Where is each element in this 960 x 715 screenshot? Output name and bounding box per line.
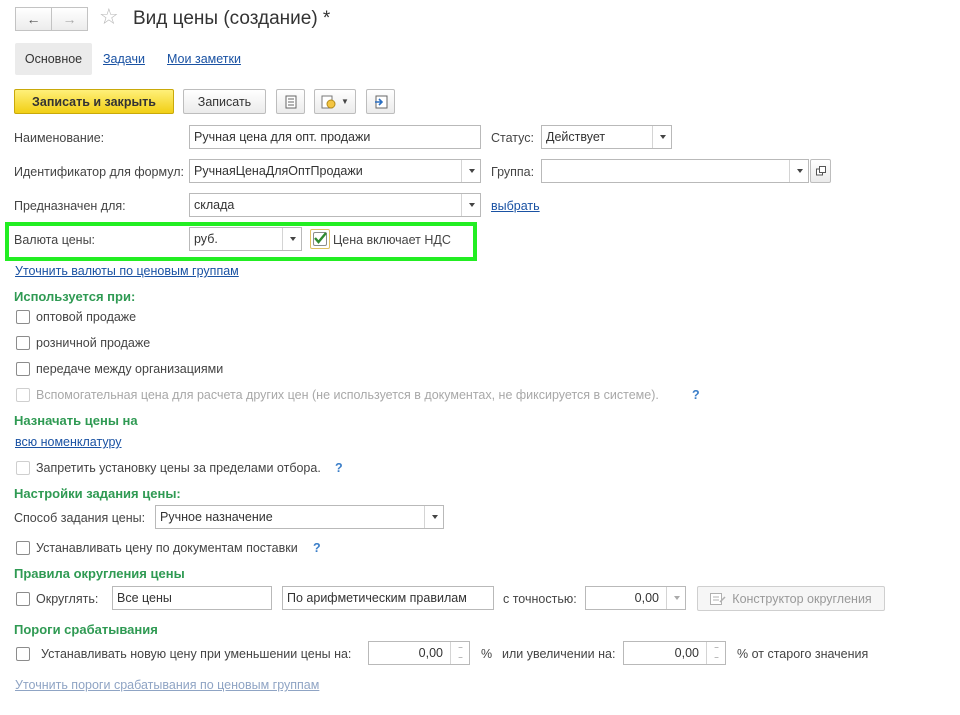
purpose-value: склада	[194, 198, 235, 212]
transfer-label: передаче между организациями	[36, 362, 224, 376]
docs-checkbox[interactable]	[16, 541, 30, 555]
tab-tasks[interactable]: Задачи	[103, 52, 145, 66]
rounding-constructor-button[interactable]: Конструктор округления	[697, 586, 885, 611]
method-select[interactable]: Ручное назначение	[155, 505, 444, 529]
dropdown-arrow-icon[interactable]	[789, 160, 808, 182]
vat-label: Цена включает НДС	[333, 233, 451, 247]
report-icon	[321, 95, 336, 108]
tab-main-label: Основное	[24, 52, 83, 66]
decrease-value: 0,00	[418, 646, 443, 660]
currency-select[interactable]: руб.	[189, 227, 302, 251]
wholesale-checkbox[interactable]	[16, 310, 30, 324]
group-select[interactable]	[541, 159, 809, 183]
name-value: Ручная цена для опт. продажи	[194, 130, 371, 144]
rounding-constructor-label: Конструктор округления	[732, 591, 872, 606]
help-icon[interactable]: ?	[313, 541, 321, 555]
dropdown-arrow-icon[interactable]	[424, 506, 443, 528]
increase-label: или увеличении на:	[502, 647, 616, 661]
help-icon[interactable]: ?	[692, 388, 700, 402]
forbid-checkbox[interactable]	[16, 461, 30, 475]
page-title: Вид цены (создание) *	[133, 8, 331, 29]
round-rule-value: По арифметическим правилам	[287, 591, 467, 605]
forbid-label: Запретить установку цены за пределами от…	[36, 461, 321, 475]
tab-notes[interactable]: Мои заметки	[167, 52, 241, 66]
status-value: Действует	[546, 130, 606, 144]
auxiliary-price-checkbox[interactable]	[16, 388, 30, 402]
chevron-down-icon: ▼	[341, 97, 349, 106]
formula-id-input[interactable]: РучнаяЦенаДляОптПродажи	[189, 159, 481, 183]
status-label: Статус:	[491, 131, 534, 145]
constructor-icon	[710, 592, 726, 605]
round-scope-field[interactable]: Все цены	[112, 586, 272, 610]
refine-thresholds-link[interactable]: Уточнить пороги срабатывания по ценовым …	[15, 678, 319, 692]
round-rule-field[interactable]: По арифметическим правилам	[282, 586, 494, 610]
transfer-checkbox[interactable]	[16, 362, 30, 376]
name-input[interactable]: Ручная цена для опт. продажи	[189, 125, 481, 149]
formula-id-value: РучнаяЦенаДляОптПродажи	[194, 164, 363, 178]
round-scope-value: Все цены	[117, 591, 172, 605]
stepper-icon[interactable]: − −	[706, 642, 725, 664]
retail-checkbox[interactable]	[16, 336, 30, 350]
decrease-input[interactable]: 0,00 − −	[368, 641, 470, 665]
print-menu-button[interactable]: ▼	[314, 89, 356, 114]
round-checkbox[interactable]	[16, 592, 30, 606]
enter-icon	[374, 95, 387, 108]
all-nomenclature-link[interactable]: всю номенклатуру	[15, 435, 122, 449]
settings-title: Настройки задания цены:	[14, 486, 181, 501]
forward-button[interactable]: →	[51, 7, 88, 31]
help-icon[interactable]: ?	[335, 461, 343, 475]
document-list-button[interactable]	[276, 89, 305, 114]
used-in-title: Используется при:	[14, 289, 136, 304]
purpose-label: Предназначен для:	[14, 199, 126, 213]
precision-label: с точностью:	[503, 592, 577, 606]
vat-checkbox[interactable]	[313, 232, 327, 246]
formula-id-label: Идентификатор для формул:	[14, 165, 184, 179]
thresholds-title: Пороги срабатывания	[14, 622, 158, 637]
auxiliary-price-label: Вспомогательная цена для расчета других …	[36, 388, 659, 402]
wholesale-label: оптовой продаже	[36, 310, 137, 324]
currency-label: Валюта цены:	[14, 233, 96, 247]
docs-label: Устанавливать цену по документам поставк…	[36, 541, 298, 555]
save-and-close-button[interactable]: Записать и закрыть	[14, 89, 174, 114]
save-button[interactable]: Записать	[183, 89, 266, 114]
navigate-button[interactable]	[366, 89, 395, 114]
precision-select[interactable]: 0,00	[585, 586, 686, 610]
dropdown-arrow-icon[interactable]	[652, 126, 671, 148]
method-value: Ручное назначение	[160, 510, 273, 524]
tab-main[interactable]: Основное	[15, 43, 92, 75]
dropdown-arrow-icon[interactable]	[461, 194, 480, 216]
select-link[interactable]: выбрать	[491, 199, 540, 213]
retail-label: розничной продаже	[36, 336, 151, 350]
currency-value: руб.	[194, 232, 218, 246]
dropdown-arrow-icon[interactable]	[461, 160, 480, 182]
percent-sign: %	[481, 647, 493, 661]
arrow-left-icon: ←	[26, 11, 41, 27]
increase-value: 0,00	[674, 646, 699, 660]
purpose-select[interactable]: склада	[189, 193, 481, 217]
round-label: Округлять:	[36, 592, 99, 606]
assign-title: Назначать цены на	[14, 413, 138, 428]
document-list-icon	[285, 95, 296, 108]
dropdown-arrow-icon[interactable]	[666, 587, 685, 609]
checkmark-icon	[314, 232, 327, 244]
dropdown-arrow-icon[interactable]	[282, 228, 301, 250]
open-icon	[815, 166, 826, 176]
precision-value: 0,00	[634, 591, 659, 605]
refine-currency-link[interactable]: Уточнить валюты по ценовым группам	[15, 264, 239, 278]
stepper-icon[interactable]: − −	[450, 642, 469, 664]
threshold-checkbox[interactable]	[16, 647, 30, 661]
rounding-title: Правила округления цены	[14, 566, 185, 581]
old-value-label: % от старого значения	[737, 647, 869, 661]
method-label: Способ задания цены:	[14, 511, 146, 525]
status-select[interactable]: Действует	[541, 125, 672, 149]
name-label: Наименование:	[14, 131, 105, 145]
decrease-label: Устанавливать новую цену при уменьшении …	[41, 647, 352, 661]
open-group-button[interactable]	[810, 159, 831, 183]
star-icon[interactable]: ☆	[99, 6, 119, 28]
group-label: Группа:	[491, 165, 535, 179]
increase-input[interactable]: 0,00 − −	[623, 641, 726, 665]
back-button[interactable]: ←	[15, 7, 52, 31]
arrow-right-icon: →	[62, 11, 77, 27]
